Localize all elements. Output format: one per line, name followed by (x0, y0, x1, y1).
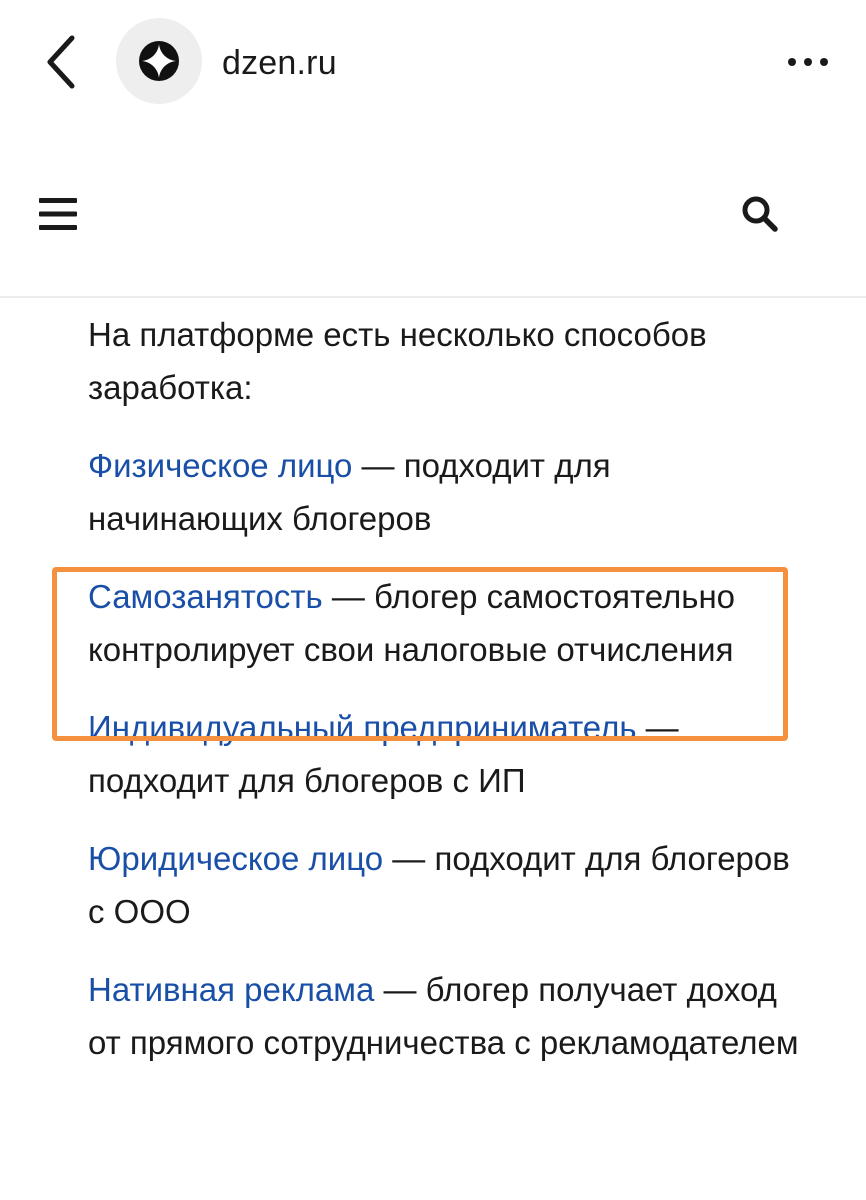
list-item: Самозанятость — блогер самостоятельно ко… (88, 570, 808, 676)
list-item: Индивидуальный предприниматель — подходи… (88, 701, 808, 807)
site-domain[interactable]: dzen.ru (222, 44, 337, 83)
list-item: Юридическое лицо — подходит для блогеров… (88, 832, 808, 938)
chevron-left-icon (47, 35, 75, 89)
search-icon (742, 196, 778, 232)
list-item: Нативная реклама — блогер получает доход… (88, 963, 808, 1069)
search-button[interactable] (730, 186, 790, 242)
list-item: Физическое лицо — подходит для начинающи… (88, 439, 808, 545)
menu-button[interactable] (30, 186, 86, 242)
intro-paragraph: На платформе есть несколько способов зар… (88, 316, 707, 406)
link-self-employment[interactable]: Самозанятость (88, 578, 323, 615)
site-header (0, 130, 866, 298)
link-native-advertising[interactable]: Нативная реклама (88, 971, 374, 1008)
hamburger-icon (39, 198, 77, 230)
site-favicon[interactable] (116, 18, 202, 104)
more-horizontal-icon (788, 58, 828, 66)
more-options-button[interactable] (780, 40, 836, 84)
article-body: На платформе есть несколько способов зар… (88, 308, 808, 1094)
link-physical-person[interactable]: Физическое лицо (88, 447, 352, 484)
link-individual-entrepreneur[interactable]: Индивидуальный предприниматель (88, 709, 637, 746)
browser-toolbar: dzen.ru (0, 0, 866, 130)
back-button[interactable] (30, 30, 90, 94)
link-legal-entity[interactable]: Юридическое лицо (88, 840, 383, 877)
dzen-logo-icon (139, 41, 179, 81)
